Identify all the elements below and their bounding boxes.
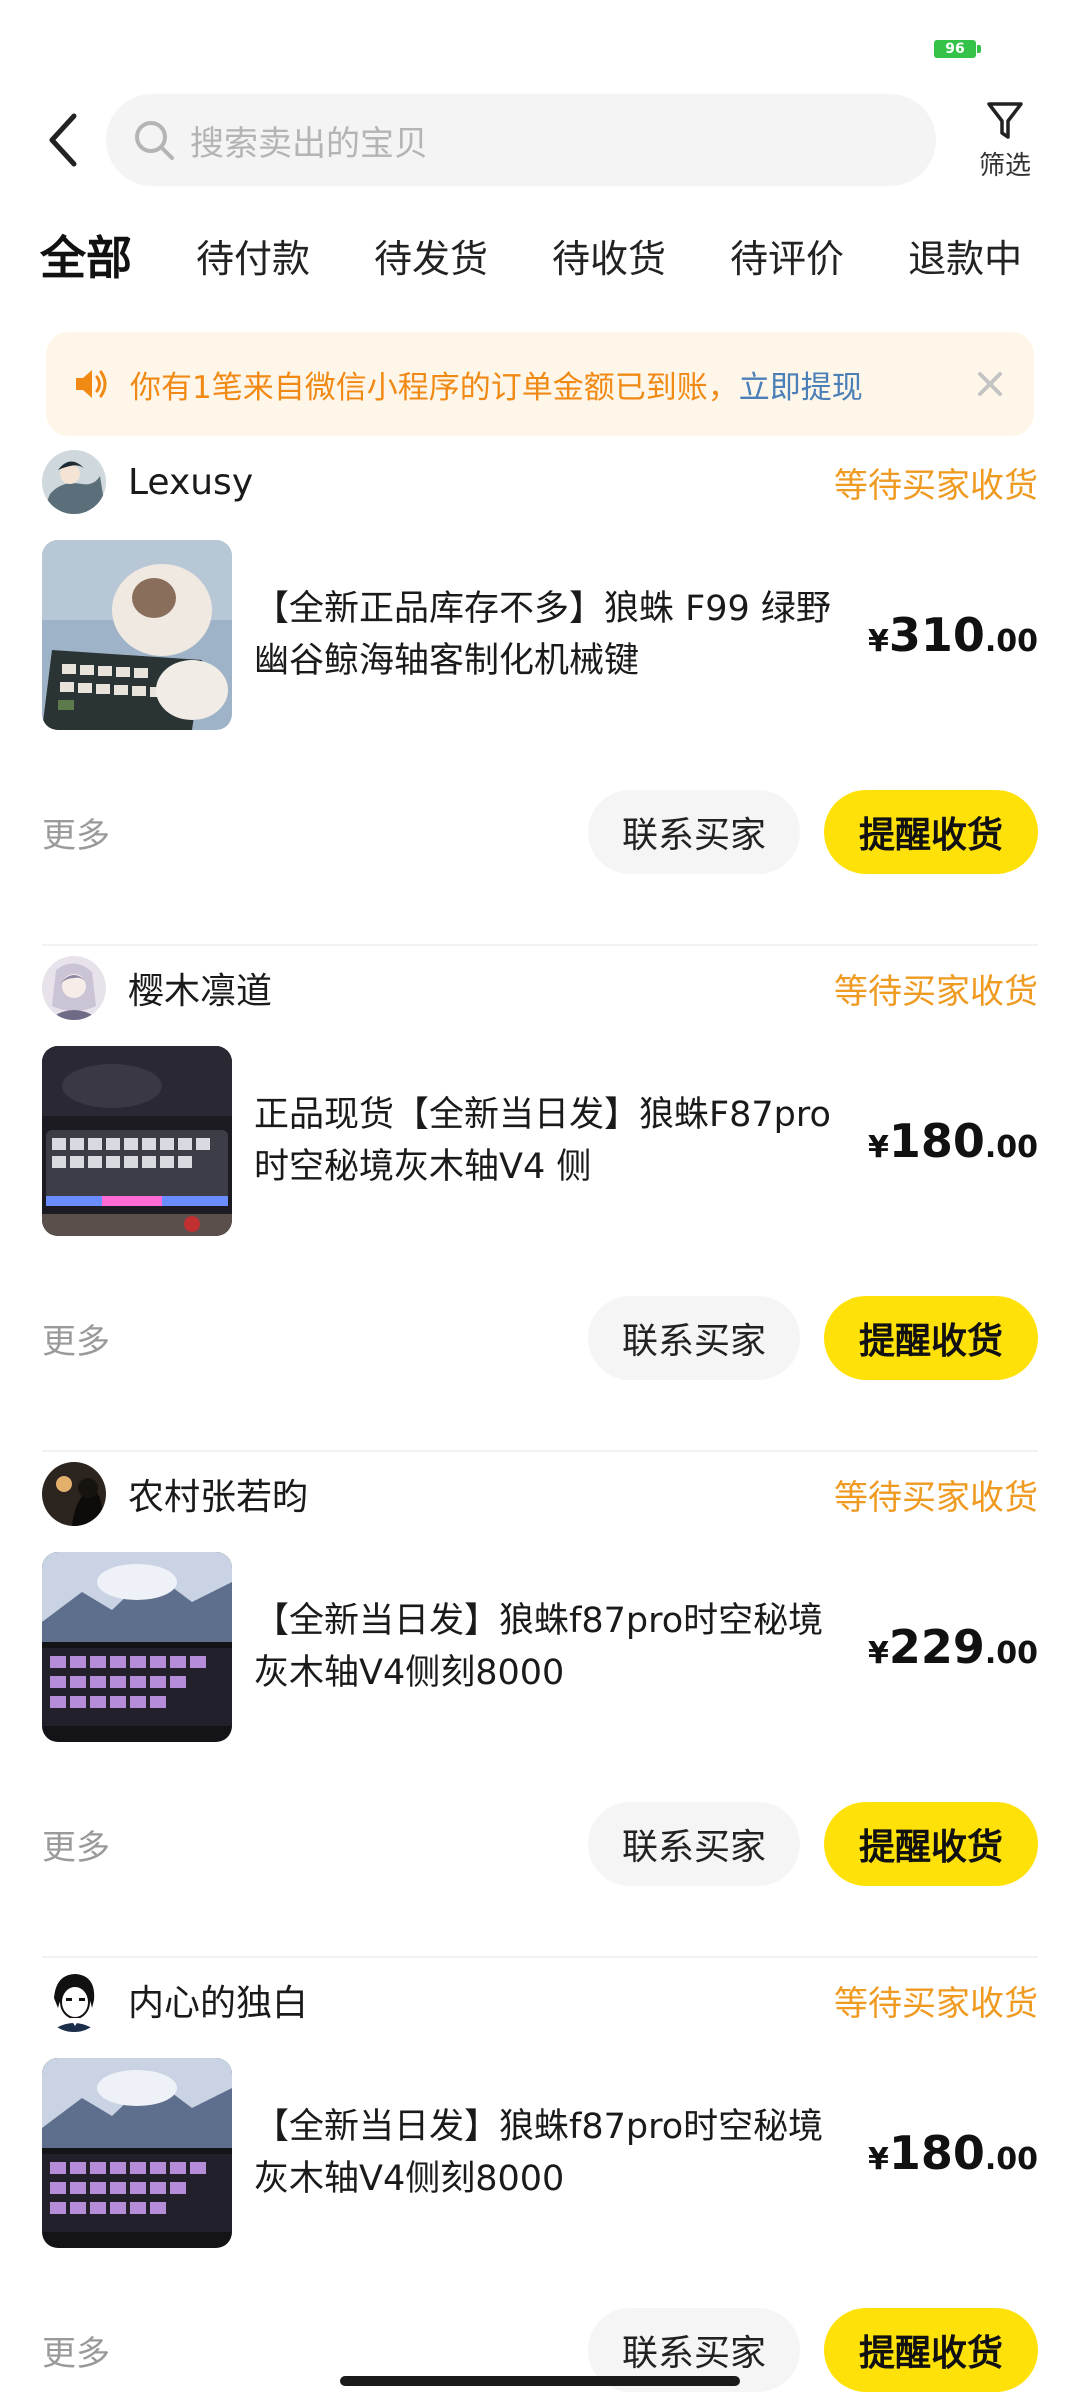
- filter-label: 筛选: [978, 150, 1031, 181]
- status-bar: 96: [0, 0, 1080, 80]
- avatar[interactable]: [42, 1462, 106, 1526]
- home-indicator[interactable]: [340, 2376, 740, 2386]
- product-title[interactable]: 正品现货【全新当日发】狼蛛F87pro时空秘境灰木轴V4 侧: [254, 1089, 854, 1193]
- price: ¥229.00: [867, 1620, 1038, 1674]
- product-row[interactable]: 【全新正品库存不多】狼蛛 F99 绿野幽谷鲸海轴客制化机械键 ¥310.00: [42, 540, 1038, 730]
- tab-pending-shipment[interactable]: 待发货: [374, 228, 488, 283]
- order-actions: 更多 联系买家 提醒收货: [42, 1296, 1038, 1380]
- order-status: 等待买家收货: [834, 971, 1038, 1012]
- close-button[interactable]: [970, 364, 1010, 404]
- remind-receipt-button[interactable]: 提醒收货: [824, 790, 1038, 874]
- product-image[interactable]: [42, 1552, 232, 1742]
- price: ¥310.00: [867, 608, 1038, 662]
- buyer-name[interactable]: 樱木凛道: [128, 962, 272, 1014]
- contact-buyer-button[interactable]: 联系买家: [588, 1296, 800, 1380]
- more-link[interactable]: 更多: [42, 1314, 110, 1363]
- more-link[interactable]: 更多: [42, 808, 110, 857]
- product-image[interactable]: [42, 540, 232, 730]
- search-icon: [135, 121, 174, 160]
- avatar[interactable]: [42, 956, 106, 1020]
- search-input[interactable]: 搜索卖出的宝贝: [106, 94, 936, 186]
- product-title[interactable]: 【全新当日发】狼蛛f87pro时空秘境灰木轴V4侧刻8000: [254, 1595, 854, 1699]
- product-title[interactable]: 【全新当日发】狼蛛f87pro时空秘境灰木轴V4侧刻8000: [254, 2101, 854, 2205]
- product-row[interactable]: 【全新当日发】狼蛛f87pro时空秘境灰木轴V4侧刻8000 ¥229.00: [42, 1552, 1038, 1742]
- notice-banner: 你有1笔来自微信小程序的订单金额已到账， 立即提现: [46, 332, 1034, 436]
- product-image[interactable]: [42, 1046, 232, 1236]
- product-title[interactable]: 【全新正品库存不多】狼蛛 F99 绿野幽谷鲸海轴客制化机械键: [254, 583, 854, 687]
- order-status: 等待买家收货: [834, 1477, 1038, 1518]
- order-tabs: 全部 待付款 待发货 待收货 待评价 退款中: [0, 200, 1080, 310]
- product-row[interactable]: 正品现货【全新当日发】狼蛛F87pro时空秘境灰木轴V4 侧 ¥180.00: [42, 1046, 1038, 1236]
- more-link[interactable]: 更多: [42, 1820, 110, 1869]
- search-placeholder: 搜索卖出的宝贝: [190, 123, 428, 164]
- remind-receipt-button[interactable]: 提醒收货: [824, 2308, 1038, 2392]
- contact-buyer-button[interactable]: 联系买家: [588, 790, 800, 874]
- buyer-name[interactable]: 农村张若昀: [128, 1468, 308, 1520]
- notice-text: 你有1笔来自微信小程序的订单金额已到账，: [130, 369, 739, 406]
- price: ¥180.00: [867, 1114, 1038, 1168]
- order-card: 农村张若昀 等待买家收货 【全新当日发】狼蛛f87pro时空秘境灰木轴V4侧刻8…: [42, 1452, 1038, 1958]
- product-row[interactable]: 【全新当日发】狼蛛f87pro时空秘境灰木轴V4侧刻8000 ¥180.00: [42, 2058, 1038, 2248]
- tab-all[interactable]: 全部: [40, 222, 132, 288]
- remind-receipt-button[interactable]: 提醒收货: [824, 1802, 1038, 1886]
- order-card: Lexusy 等待买家收货 【全新正品库存不多】狼蛛 F99 绿野幽谷鲸海轴客制…: [42, 440, 1038, 946]
- buyer-name[interactable]: 内心的独白: [128, 1974, 308, 2026]
- order-actions: 更多 联系买家 提醒收货: [42, 1802, 1038, 1886]
- header: 搜索卖出的宝贝 筛选: [0, 80, 1080, 200]
- buyer-row: Lexusy 等待买家收货: [42, 450, 1038, 514]
- buyer-name[interactable]: Lexusy: [128, 462, 253, 503]
- remind-receipt-button[interactable]: 提醒收货: [824, 1296, 1038, 1380]
- price: ¥180.00: [867, 2126, 1038, 2180]
- chevron-left-icon: [49, 113, 77, 167]
- order-card: 内心的独白 等待买家收货 【全新当日发】狼蛛f87pro时空秘境灰木轴V4侧刻8…: [42, 1958, 1038, 2400]
- order-list: Lexusy 等待买家收货 【全新正品库存不多】狼蛛 F99 绿野幽谷鲸海轴客制…: [0, 440, 1080, 2400]
- buyer-row: 农村张若昀 等待买家收货: [42, 1462, 1038, 1526]
- tab-pending-review[interactable]: 待评价: [730, 228, 844, 283]
- order-status: 等待买家收货: [834, 465, 1038, 506]
- order-actions: 更多 联系买家 提醒收货: [42, 790, 1038, 874]
- back-button[interactable]: [30, 95, 102, 185]
- more-link[interactable]: 更多: [42, 2326, 110, 2375]
- battery-indicator: 96: [934, 40, 981, 58]
- contact-buyer-button[interactable]: 联系买家: [588, 1802, 800, 1886]
- close-icon: [978, 372, 1002, 396]
- buyer-row: 樱木凛道 等待买家收货: [42, 956, 1038, 1020]
- filter-button[interactable]: 筛选: [970, 99, 1040, 182]
- buyer-row: 内心的独白 等待买家收货: [42, 1968, 1038, 2032]
- avatar[interactable]: [42, 1968, 106, 2032]
- product-image[interactable]: [42, 2058, 232, 2248]
- avatar[interactable]: [42, 450, 106, 514]
- tab-pending-payment[interactable]: 待付款: [196, 228, 310, 283]
- tab-refunding[interactable]: 退款中: [908, 228, 1022, 283]
- withdraw-link[interactable]: 立即提现: [739, 362, 863, 407]
- filter-icon: [987, 101, 1023, 139]
- speaker-icon: [76, 370, 107, 398]
- order-status: 等待买家收货: [834, 1983, 1038, 2024]
- tab-pending-receipt[interactable]: 待收货: [552, 228, 666, 283]
- order-card: 樱木凛道 等待买家收货 正品现货【全新当日发】狼蛛F87pro时空秘境灰木轴V4…: [42, 946, 1038, 1452]
